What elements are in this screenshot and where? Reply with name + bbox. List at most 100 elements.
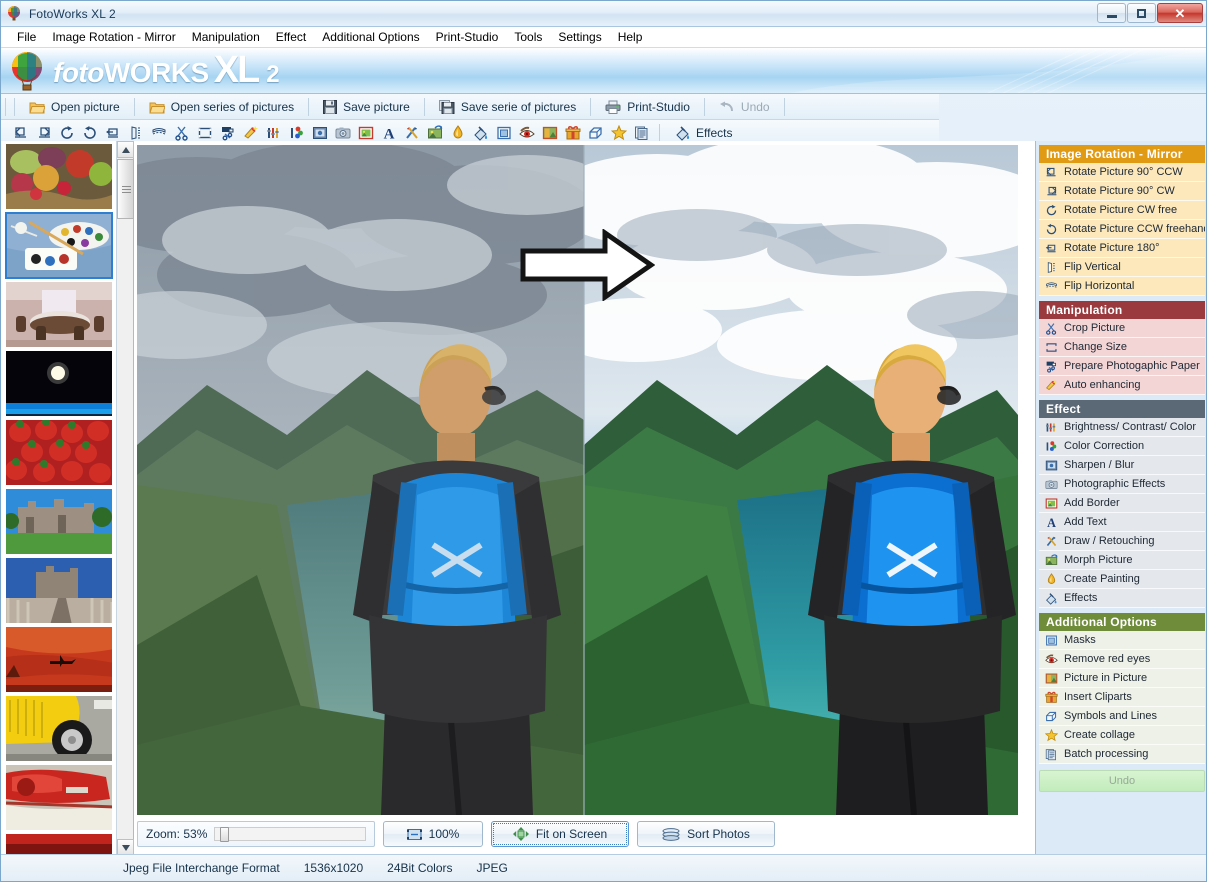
sidebar-item-sharpen-blur[interactable]: Sharpen / Blur xyxy=(1039,456,1205,475)
print-studio-button[interactable]: Print-Studio xyxy=(595,96,700,118)
menu-additional-options[interactable]: Additional Options xyxy=(314,28,427,46)
scrollbar-thumb[interactable] xyxy=(117,159,134,219)
create-collage-button[interactable] xyxy=(609,123,629,143)
photographic-effects-button[interactable] xyxy=(333,123,353,143)
brightness-contrast-button[interactable] xyxy=(264,123,284,143)
draw-retouching-button[interactable] xyxy=(402,123,422,143)
create-painting-button[interactable] xyxy=(448,123,468,143)
flip-vertical-button[interactable] xyxy=(126,123,146,143)
sidebar-item-brightness-contrast-color[interactable]: Brightness/ Contrast/ Color xyxy=(1039,418,1205,437)
menu-manipulation[interactable]: Manipulation xyxy=(184,28,268,46)
add-text-button[interactable]: A xyxy=(379,123,399,143)
thumbnail-scrollbar[interactable] xyxy=(116,141,134,856)
scroll-up-button[interactable] xyxy=(117,141,134,158)
rotate-180-button[interactable] xyxy=(103,123,123,143)
fit-on-screen-button[interactable]: Fit on Screen xyxy=(491,821,629,847)
list-item[interactable] xyxy=(5,557,113,624)
sidebar-item-draw-retouching[interactable]: Draw / Retouching xyxy=(1039,532,1205,551)
image-viewport[interactable] xyxy=(137,145,1018,815)
insert-cliparts-button[interactable] xyxy=(563,123,583,143)
sidebar-item-crop-picture[interactable]: Crop Picture xyxy=(1039,319,1205,338)
sidebar-item-flip-vertical[interactable]: Flip Vertical xyxy=(1039,258,1205,277)
sidebar-item-prepare-photographic-paper[interactable]: Prepare Photogaphic Paper xyxy=(1039,357,1205,376)
list-item[interactable] xyxy=(5,143,113,210)
sidebar-item-rotate-ccw-freehand[interactable]: Rotate Picture CCW freehand xyxy=(1039,220,1205,239)
list-item[interactable] xyxy=(5,764,113,831)
sidebar-item-add-text[interactable]: A Add Text xyxy=(1039,513,1205,532)
prepare-photographic-paper-button[interactable] xyxy=(218,123,238,143)
sidebar-item-rotate-90-cw[interactable]: Rotate Picture 90° CW xyxy=(1039,182,1205,201)
zoom-slider-handle[interactable] xyxy=(220,827,230,842)
batch-processing-button[interactable] xyxy=(632,123,652,143)
remove-red-eyes-button[interactable] xyxy=(517,123,537,143)
menu-print-studio[interactable]: Print-Studio xyxy=(428,28,507,46)
sidebar-item-insert-cliparts[interactable]: Insert Cliparts xyxy=(1039,688,1205,707)
add-border-button[interactable] xyxy=(356,123,376,143)
sidebar-item-flip-horizontal[interactable]: Flip Horizontal xyxy=(1039,277,1205,296)
undo-toolbar-button[interactable]: Undo xyxy=(709,96,780,118)
printer-icon xyxy=(605,100,621,114)
sidebar-item-color-correction[interactable]: Color Correction xyxy=(1039,437,1205,456)
flip-horizontal-button[interactable] xyxy=(149,123,169,143)
list-item[interactable] xyxy=(5,695,113,762)
zoom-slider[interactable] xyxy=(214,827,366,842)
sidebar-item-morph-picture[interactable]: Morph Picture xyxy=(1039,551,1205,570)
sidebar-item-change-size[interactable]: Change Size xyxy=(1039,338,1205,357)
sidebar-item-label: Create collage xyxy=(1064,729,1135,741)
list-item[interactable] xyxy=(5,212,113,279)
auto-enhancing-button[interactable] xyxy=(241,123,261,143)
crop-picture-button[interactable] xyxy=(172,123,192,143)
change-size-button[interactable] xyxy=(195,123,215,143)
menu-effect[interactable]: Effect xyxy=(268,28,314,46)
menu-tools[interactable]: Tools xyxy=(506,28,550,46)
sidebar-item-rotate-cw-free[interactable]: Rotate Picture CW free xyxy=(1039,201,1205,220)
color-correction-button[interactable] xyxy=(287,123,307,143)
sidebar-item-create-collage[interactable]: Create collage xyxy=(1039,726,1205,745)
open-picture-button[interactable]: Open picture xyxy=(19,96,130,118)
sidebar-item-add-border[interactable]: Add Border xyxy=(1039,494,1205,513)
sidebar-item-photographic-effects[interactable]: Photographic Effects xyxy=(1039,475,1205,494)
rotate-90-ccw-button[interactable] xyxy=(11,123,31,143)
rotate-90-cw-button[interactable] xyxy=(34,123,54,143)
sidebar-item-rotate-90-ccw[interactable]: Rotate Picture 90° CCW xyxy=(1039,163,1205,182)
list-item[interactable] xyxy=(5,419,113,486)
sidebar-item-batch-processing[interactable]: Batch processing xyxy=(1039,745,1205,764)
sidebar-item-picture-in-picture[interactable]: Picture in Picture xyxy=(1039,669,1205,688)
list-item[interactable] xyxy=(5,350,113,417)
menu-file[interactable]: File xyxy=(9,28,44,46)
morph-picture-button[interactable] xyxy=(425,123,445,143)
sidebar-undo-button[interactable]: Undo xyxy=(1039,770,1205,792)
list-item[interactable] xyxy=(5,281,113,348)
rotate-ccw-free-button[interactable] xyxy=(80,123,100,143)
maximize-button[interactable] xyxy=(1127,3,1156,23)
sidebar-item-masks[interactable]: Masks xyxy=(1039,631,1205,650)
thumbnail-list[interactable] xyxy=(1,141,116,856)
minimize-button[interactable] xyxy=(1097,3,1126,23)
sharpen-blur-button[interactable] xyxy=(310,123,330,143)
sidebar-item-create-painting[interactable]: Create Painting xyxy=(1039,570,1205,589)
sidebar-item-label: Effects xyxy=(1064,592,1098,604)
menu-image-rotation-mirror[interactable]: Image Rotation - Mirror xyxy=(44,28,183,46)
menu-settings[interactable]: Settings xyxy=(550,28,609,46)
list-item[interactable] xyxy=(5,626,113,693)
zoom-100-button[interactable]: 100% xyxy=(383,821,483,847)
sidebar-item-auto-enhancing[interactable]: Auto enhancing xyxy=(1039,376,1205,395)
sidebar-item-symbols-and-lines[interactable]: Symbols and Lines xyxy=(1039,707,1205,726)
picture-in-picture-button[interactable] xyxy=(540,123,560,143)
symbols-and-lines-button[interactable] xyxy=(586,123,606,143)
sort-photos-button[interactable]: Sort Photos xyxy=(637,821,775,847)
sidebar-item-remove-red-eyes[interactable]: Remove red eyes xyxy=(1039,650,1205,669)
sidebar-item-rotate-180[interactable]: Rotate Picture 180° xyxy=(1039,239,1205,258)
list-item[interactable] xyxy=(5,833,113,856)
sidebar-item-effects[interactable]: Effects xyxy=(1039,589,1205,608)
list-item[interactable] xyxy=(5,488,113,555)
masks-button[interactable] xyxy=(494,123,514,143)
effects-button[interactable]: Effects xyxy=(667,123,740,143)
save-picture-button[interactable]: Save picture xyxy=(313,96,420,118)
effects-icon-button[interactable] xyxy=(471,123,491,143)
menu-help[interactable]: Help xyxy=(610,28,651,46)
rotate-cw-free-button[interactable] xyxy=(57,123,77,143)
open-series-of-pictures-button[interactable]: Open series of pictures xyxy=(139,96,304,118)
close-button[interactable]: ✕ xyxy=(1157,3,1203,23)
save-series-of-pictures-button[interactable]: Save serie of pictures xyxy=(429,96,586,118)
